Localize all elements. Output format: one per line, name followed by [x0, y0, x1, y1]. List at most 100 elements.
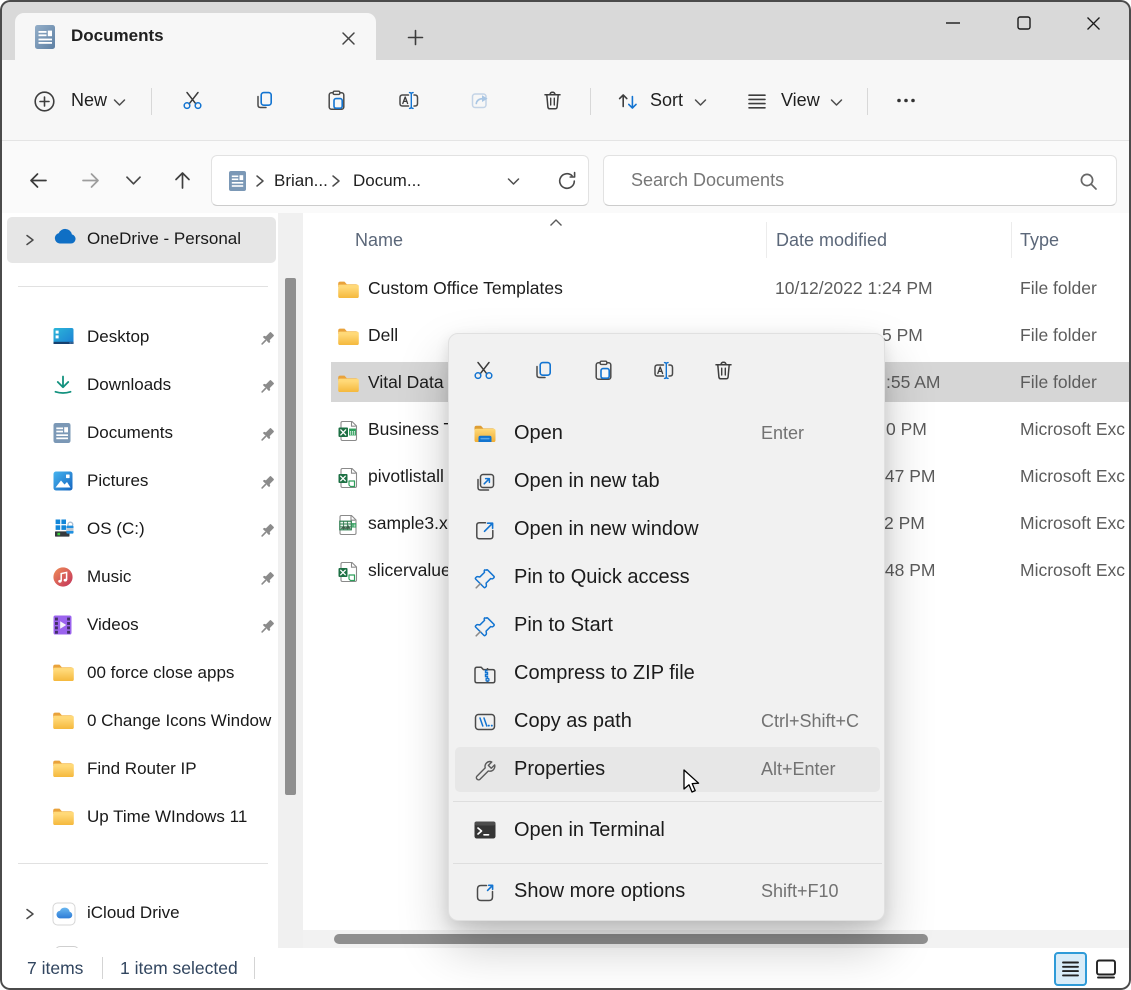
details-view-toggle[interactable]	[1054, 952, 1087, 986]
quick-action-delete[interactable]	[712, 359, 736, 383]
copy-path-icon	[473, 711, 497, 733]
column-header-name[interactable]: Name	[355, 230, 403, 251]
breadcrumb-chevron-icon[interactable]	[255, 174, 265, 188]
column-header-type[interactable]: Type	[1020, 230, 1059, 251]
back-button[interactable]	[27, 169, 50, 192]
delete-icon	[712, 359, 736, 382]
file-type: Microsoft Exc	[1020, 466, 1125, 487]
maximize-button[interactable]	[1009, 8, 1039, 38]
pin-icon	[258, 426, 276, 444]
search-box[interactable]: Search Documents	[603, 155, 1117, 206]
menu-item-compress-to-zip-file[interactable]: Compress to ZIP file	[455, 651, 880, 699]
menu-item-open-in-new-tab[interactable]: Open in new tab	[455, 459, 880, 507]
column-separator[interactable]	[1011, 222, 1012, 258]
sidebar-item-pictures[interactable]: Pictures	[7, 459, 276, 505]
menu-item-open-in-terminal[interactable]: Open in Terminal	[455, 808, 880, 856]
onedrive-icon	[52, 228, 77, 245]
file-name: sample3.x	[368, 513, 448, 534]
music-icon	[52, 566, 74, 588]
breadcrumb-chevron-icon[interactable]	[331, 174, 341, 188]
chevron-right-icon[interactable]	[24, 907, 36, 921]
pin-icon	[258, 570, 276, 588]
folder-icon	[52, 806, 75, 826]
pin-icon	[258, 474, 276, 492]
sidebar-item-music[interactable]: Music	[7, 555, 276, 601]
open-new-tab-icon	[473, 471, 497, 495]
quick-action-paste[interactable]	[592, 359, 616, 383]
copy-button[interactable]	[253, 89, 277, 113]
address-bar[interactable]: Brian... Docum...	[211, 155, 589, 206]
breadcrumb-item[interactable]: Brian...	[274, 171, 328, 191]
up-button[interactable]	[171, 169, 194, 192]
navigation-pane: OneDrive - Personal Desktop Downloads Do…	[2, 213, 278, 948]
sidebar-item-documents[interactable]: Documents	[7, 411, 276, 457]
rename-button[interactable]	[397, 89, 421, 113]
more-options-button[interactable]	[894, 89, 918, 113]
menu-item-open[interactable]: OpenEnter	[455, 411, 880, 459]
address-dropdown-icon[interactable]	[507, 177, 520, 186]
sidebar-item-icloud-drive[interactable]: iCloud Drive	[7, 891, 276, 937]
sidebar-item-desktop[interactable]: Desktop	[7, 315, 276, 361]
items-count: 7 items	[27, 958, 83, 979]
menu-item-pin-to-quick-access[interactable]: Pin to Quick access	[455, 555, 880, 603]
horizontal-scrollbar[interactable]	[303, 930, 1129, 948]
tab-bar: Documents	[0, 0, 1131, 60]
menu-item-copy-as-path[interactable]: Copy as pathCtrl+Shift+C	[455, 699, 880, 747]
file-date: :55 AM	[886, 372, 940, 393]
menu-item-show-more-options[interactable]: Show more optionsShift+F10	[455, 869, 880, 917]
show-more-icon	[473, 881, 497, 905]
menu-item-pin-to-start[interactable]: Pin to Start	[455, 603, 880, 651]
sidebar-item-os-c[interactable]: OS (C:)	[7, 507, 276, 553]
menu-item-properties[interactable]: PropertiesAlt+Enter	[455, 747, 880, 792]
desktop-icon	[52, 326, 75, 346]
minimize-button[interactable]	[938, 8, 968, 38]
terminal-icon	[473, 820, 497, 840]
sidebar-item-find-router-ip[interactable]: Find Router IP	[7, 747, 276, 793]
column-separator[interactable]	[766, 222, 767, 258]
folder-icon	[337, 373, 360, 393]
file-type: Microsoft Exc	[1020, 513, 1125, 534]
menu-item-open-in-new-window[interactable]: Open in new window	[455, 507, 880, 555]
sidebar-scrollbar-thumb[interactable]	[285, 278, 296, 795]
sidebar-item-up-time-windows-11[interactable]: Up Time WIndows 11	[7, 795, 276, 841]
delete-button[interactable]	[541, 89, 565, 113]
file-date: 10/12/2022 1:24 PM	[775, 278, 933, 299]
tab-close-icon[interactable]	[335, 25, 361, 51]
sidebar-item-videos[interactable]: Videos	[7, 603, 276, 649]
sidebar-item-00-force-close-apps[interactable]: 00 force close apps	[7, 651, 276, 697]
file-type: Microsoft Exc	[1020, 419, 1125, 440]
quick-action-rename[interactable]	[652, 359, 676, 383]
paste-button[interactable]	[325, 89, 349, 113]
sidebar-scrollbar[interactable]	[278, 213, 303, 948]
sidebar-item-onedrive-personal[interactable]: OneDrive - Personal	[7, 217, 276, 263]
menu-item-label: Open in Terminal	[514, 819, 665, 842]
column-header-date[interactable]: Date modified	[776, 230, 887, 251]
close-window-button[interactable]	[1078, 8, 1108, 38]
horizontal-scrollbar-thumb[interactable]	[334, 934, 928, 944]
refresh-icon[interactable]	[556, 170, 578, 192]
new-tab-button[interactable]	[402, 24, 428, 50]
file-row-custom-office-templates[interactable]: Custom Office Templates 10/12/2022 1:24 …	[331, 268, 1129, 308]
menu-item-label: Pin to Start	[514, 614, 613, 637]
large-icons-view-toggle[interactable]	[1092, 955, 1120, 983]
cut-button[interactable]	[181, 89, 205, 113]
sidebar-item-label: iCloud Drive	[87, 903, 180, 923]
minimize-icon	[945, 15, 961, 31]
chevron-down-icon	[125, 175, 142, 186]
navigation-bar: Brian... Docum... Search Documents	[2, 141, 1129, 213]
sidebar-item-downloads[interactable]: Downloads	[7, 363, 276, 409]
sidebar-item-0-change-icons-window[interactable]: 0 Change Icons Window	[7, 699, 276, 745]
open-new-window-icon	[473, 519, 497, 543]
breadcrumb-item[interactable]: Docum...	[353, 171, 421, 191]
file-date: 5 PM	[882, 325, 923, 346]
tab-documents[interactable]: Documents	[15, 13, 376, 60]
file-explorer-window: Documents New	[0, 0, 1131, 990]
downloads-icon	[52, 374, 74, 395]
quick-action-copy[interactable]	[532, 359, 556, 383]
recent-locations-button[interactable]	[125, 175, 142, 186]
folder-icon	[337, 326, 360, 346]
folder-icon	[52, 710, 75, 730]
file-name: slicervalue	[368, 560, 451, 581]
chevron-right-icon[interactable]	[24, 233, 36, 247]
quick-action-cut[interactable]	[472, 359, 496, 383]
